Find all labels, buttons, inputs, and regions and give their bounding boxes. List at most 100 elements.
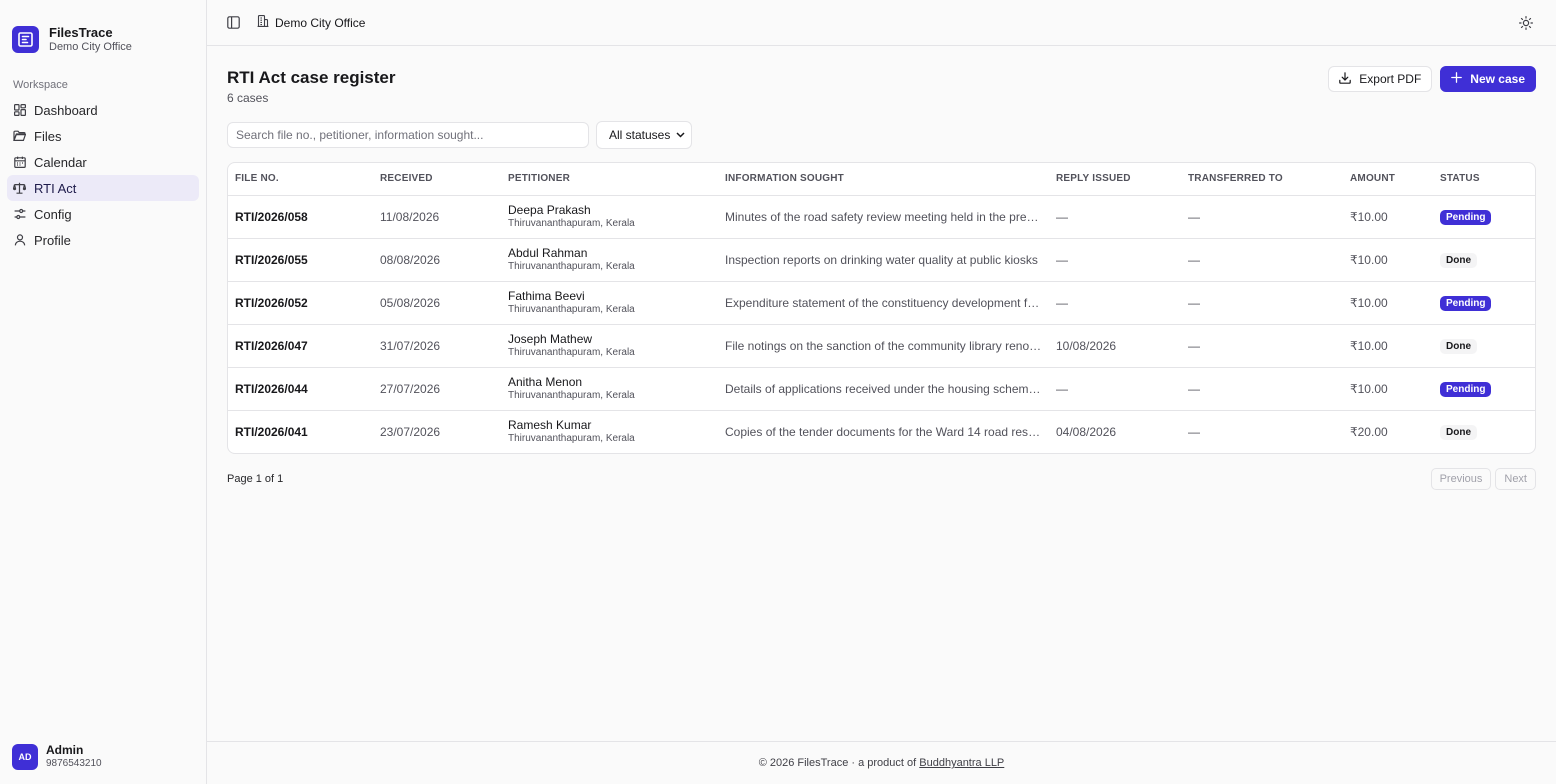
table-row[interactable]: RTI/2026/044 27/07/2026 Anitha Menon Thir…: [228, 367, 1535, 411]
sidebar-item-label: Config: [34, 206, 72, 222]
sidebar-item-label: Calendar: [34, 154, 87, 170]
information-sought: Expenditure statement of the constituenc…: [718, 281, 1049, 325]
column-header[interactable]: PETITIONER: [501, 163, 718, 196]
folder-icon: [13, 130, 26, 143]
sun-icon[interactable]: [1516, 13, 1536, 33]
plus-icon: [1451, 72, 1463, 86]
petitioner-cell: Joseph Mathew Thiruvananthapuram, Kerala: [501, 324, 718, 368]
export-pdf-label: Export PDF: [1359, 72, 1422, 86]
breadcrumb-office: Demo City Office: [275, 15, 366, 30]
petitioner-location: Thiruvananthapuram, Kerala: [508, 303, 635, 315]
information-sought: Minutes of the road safety review meetin…: [718, 195, 1049, 239]
table-row[interactable]: RTI/2026/055 08/08/2026 Abdul Rahman Thir…: [228, 238, 1535, 282]
file-number: RTI/2026/047: [228, 324, 373, 368]
brand-logo-icon: [12, 25, 39, 53]
amount: ₹20.00: [1350, 424, 1388, 439]
status-filter-select[interactable]: All statuses: [596, 121, 693, 149]
sidebar-item-dashboard[interactable]: Dashboard: [7, 97, 199, 123]
previous-button[interactable]: Previous: [1430, 468, 1492, 490]
petitioner-name: Abdul Rahman: [508, 245, 588, 260]
received-date: 11/08/2026: [373, 195, 501, 239]
sidebar-item-calendar[interactable]: Calendar: [7, 149, 199, 175]
reply-issued: 10/08/2026: [1049, 324, 1181, 368]
petitioner-cell: Anitha Menon Thiruvananthapuram, Kerala: [501, 367, 718, 411]
pagination: Page 1 of 1 Previous Next: [227, 468, 1536, 490]
petitioner-cell: Ramesh Kumar Thiruvananthapuram, Kerala: [501, 410, 718, 453]
status-filter-value: All statuses: [609, 128, 671, 142]
user-icon: [13, 234, 26, 247]
petitioner-location: Thiruvananthapuram, Kerala: [508, 217, 635, 229]
amount: ₹10.00: [1343, 367, 1433, 411]
petitioner-name: Anitha Menon: [508, 374, 583, 389]
information-sought: File notings on the sanction of the comm…: [718, 324, 1049, 368]
avatar: AD: [12, 744, 38, 770]
footer-text: © 2026 FilesTrace · a product of: [758, 757, 917, 769]
sidebar-nav: Dashboard Files Calendar RTI Act Config …: [0, 97, 206, 253]
sidebar-item-rti-act[interactable]: RTI Act: [7, 175, 199, 201]
table-row[interactable]: RTI/2026/052 05/08/2026 Fathima Beevi Thi…: [228, 281, 1535, 325]
main-area: Demo City Office RTI Act case register 6…: [207, 0, 1556, 784]
transferred-to: —: [1181, 238, 1343, 282]
footer-company-link[interactable]: Buddhyantra LLP: [919, 757, 1004, 769]
status-cell: Pending: [1433, 195, 1535, 239]
cases-table: FILE NO. RECEIVED PETITIONER INFORMATION…: [227, 162, 1536, 454]
page-title: RTI Act case register: [227, 68, 396, 87]
scale-icon: [13, 182, 26, 195]
column-header[interactable]: TRANSFERRED TO: [1181, 163, 1343, 196]
sidebar-item-profile[interactable]: Profile: [7, 227, 199, 253]
table-header-row: FILE NO. RECEIVED PETITIONER INFORMATION…: [228, 163, 1535, 196]
file-number: RTI/2026/055: [228, 238, 373, 282]
new-case-label: New case: [1470, 72, 1525, 86]
petitioner-name: Fathima Beevi: [508, 288, 585, 303]
column-header[interactable]: FILE NO.: [228, 163, 373, 196]
reply-issued: —: [1049, 238, 1181, 282]
calendar-icon: [13, 156, 26, 169]
page-footer: © 2026 FilesTrace · a product of Buddhya…: [207, 741, 1556, 784]
sidebar-item-files[interactable]: Files: [7, 123, 199, 149]
brand-name: FilesTrace: [49, 24, 113, 40]
sidebar-item-config[interactable]: Config: [7, 201, 199, 227]
file-number: RTI/2026/052: [228, 281, 373, 325]
table-row[interactable]: RTI/2026/058 11/08/2026 Deepa Prakash Thi…: [228, 195, 1535, 239]
sidebar-item-label: Dashboard: [34, 102, 98, 118]
case-count: 6 cases: [227, 91, 269, 105]
status-cell: Pending: [1433, 367, 1535, 411]
column-header[interactable]: STATUS: [1433, 163, 1535, 196]
column-header[interactable]: INFORMATION SOUGHT: [718, 163, 1049, 196]
search-input[interactable]: [227, 122, 589, 148]
amount: ₹10.00: [1343, 238, 1433, 282]
page-info: Page 1 of 1: [227, 473, 284, 485]
sidebar-toggle-icon[interactable]: [223, 13, 243, 33]
topbar: Demo City Office: [207, 0, 1556, 46]
petitioner-cell: Deepa Prakash Thiruvananthapuram, Kerala: [501, 195, 718, 239]
file-number: RTI/2026/058: [228, 195, 373, 239]
information-sought: Inspection reports on drinking water qua…: [718, 238, 1049, 282]
download-icon: [1339, 71, 1352, 87]
reply-issued: —: [1049, 281, 1181, 325]
petitioner-cell: Fathima Beevi Thiruvananthapuram, Kerala: [501, 281, 718, 325]
petitioner-cell: Abdul Rahman Thiruvananthapuram, Kerala: [501, 238, 718, 282]
content: RTI Act case register 6 cases Export PDF…: [207, 46, 1556, 741]
table-row[interactable]: RTI/2026/041 23/07/2026 Ramesh Kumar Thir…: [228, 410, 1535, 453]
status-cell: Pending: [1433, 281, 1535, 325]
user-phone: 9876543210: [46, 758, 102, 769]
file-number: RTI/2026/044: [228, 367, 373, 411]
petitioner-name: Ramesh Kumar: [508, 417, 592, 432]
user-menu[interactable]: AD Admin 9876543210: [12, 743, 102, 771]
column-header[interactable]: REPLY ISSUED: [1049, 163, 1181, 196]
export-pdf-button[interactable]: Export PDF: [1328, 66, 1433, 92]
table-row[interactable]: RTI/2026/047 31/07/2026 Joseph Mathew Thi…: [228, 324, 1535, 368]
received-date: 31/07/2026: [373, 324, 501, 368]
chevron-down-icon: [676, 128, 685, 142]
workspace-label: Workspace: [13, 79, 68, 91]
next-button[interactable]: Next: [1495, 468, 1536, 490]
new-case-button[interactable]: New case: [1440, 66, 1536, 92]
received-date: 08/08/2026: [373, 238, 501, 282]
sliders-icon: [13, 208, 26, 221]
sidebar-item-label: Profile: [34, 232, 71, 248]
brand[interactable]: FilesTrace Demo City Office: [0, 0, 206, 62]
column-header[interactable]: AMOUNT: [1343, 163, 1433, 196]
column-header[interactable]: RECEIVED: [373, 163, 501, 196]
reply-issued: —: [1049, 195, 1181, 239]
reply-issued: 04/08/2026: [1056, 424, 1117, 439]
